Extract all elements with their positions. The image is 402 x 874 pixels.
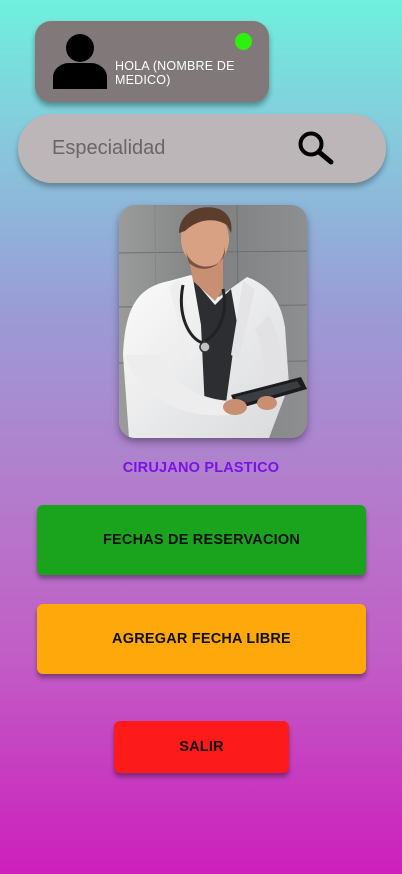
user-avatar-icon <box>53 34 107 89</box>
search-icon[interactable] <box>297 131 335 165</box>
doctor-photo <box>119 205 307 438</box>
specialty-search-bar <box>18 114 386 183</box>
doctor-greeting: HOLA (NOMBRE DE MEDICO) <box>115 59 235 87</box>
profile-card: HOLA (NOMBRE DE MEDICO) <box>35 21 269 102</box>
doctor-specialty: CIRUJANO PLASTICO <box>122 460 280 476</box>
reservation-dates-button[interactable]: FECHAS DE RESERVACION <box>37 505 366 575</box>
exit-button[interactable]: SALIR <box>114 721 289 773</box>
online-status-indicator <box>235 33 252 50</box>
add-free-date-button[interactable]: AGREGAR FECHA LIBRE <box>37 604 366 674</box>
specialty-search-input[interactable] <box>48 133 286 163</box>
